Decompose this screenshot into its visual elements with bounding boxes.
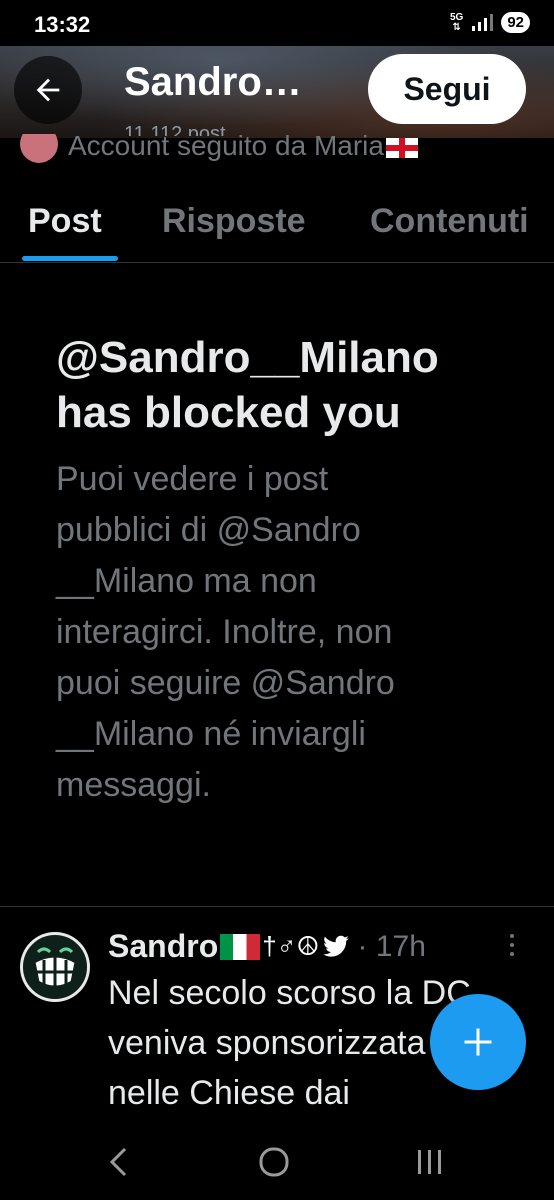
compose-button[interactable] xyxy=(430,994,526,1090)
follower-avatar xyxy=(20,134,58,163)
tweet-timestamp: · 17h xyxy=(357,929,426,963)
network-type: 5G xyxy=(449,11,464,23)
follow-button[interactable]: Segui xyxy=(368,54,526,124)
followed-by-label: Account seguito da Maria xyxy=(68,134,384,161)
name-emojis: †♂☮ xyxy=(220,931,349,962)
nav-recents-button[interactable] xyxy=(408,1142,452,1182)
flag-italy-icon xyxy=(220,933,261,960)
blocked-notice: @Sandro__Milano has blocked you Puoi ved… xyxy=(56,330,526,811)
nav-back-button[interactable] xyxy=(96,1142,140,1182)
back-chevron-icon xyxy=(109,1147,127,1177)
arrow-left-icon xyxy=(36,78,60,102)
back-button[interactable] xyxy=(14,56,82,124)
tab-contenuti[interactable]: Contenuti xyxy=(370,202,529,241)
signal-icon xyxy=(472,13,494,31)
divider xyxy=(0,906,554,907)
profile-tabs: Post Risposte Contenuti xyxy=(0,190,554,263)
battery-indicator: 92 xyxy=(501,12,530,33)
network-indicator: 5G ⇅ xyxy=(449,11,464,33)
home-circle-icon xyxy=(259,1147,289,1177)
tab-post[interactable]: Post xyxy=(28,202,102,241)
active-tab-indicator xyxy=(22,256,118,261)
recents-icon xyxy=(418,1150,441,1174)
more-vertical-icon[interactable] xyxy=(510,934,516,956)
blocked-title: @Sandro__Milano has blocked you xyxy=(56,333,439,437)
header-post-count: 11.112 post xyxy=(124,123,226,136)
avatar[interactable] xyxy=(20,932,90,1002)
header-profile-name: Sandro… xyxy=(124,60,302,104)
tweet-header: Sandro †♂☮ · 17h xyxy=(108,928,426,965)
followed-by-text: Account seguito da Maria xyxy=(68,134,418,162)
nav-home-button[interactable] xyxy=(252,1142,296,1182)
grin-face-icon xyxy=(21,933,89,1001)
flag-england-icon xyxy=(385,137,418,158)
name-emoji-symbols: †♂☮ xyxy=(262,931,320,961)
followed-by-row[interactable]: Account seguito da Maria xyxy=(20,134,418,164)
status-time: 13:32 xyxy=(34,12,91,37)
tweet-author-name[interactable]: Sandro xyxy=(108,928,218,965)
tab-risposte[interactable]: Risposte xyxy=(162,202,306,241)
blocked-description: Puoi vedere i post pubblici di @Sandro _… xyxy=(56,460,395,804)
bird-icon xyxy=(322,935,349,957)
system-icons: 5G ⇅ 92 xyxy=(450,12,530,33)
plus-icon xyxy=(464,1028,492,1056)
system-navigation-bar xyxy=(0,1118,554,1200)
status-bar: 13:32 5G ⇅ 92 xyxy=(0,0,554,46)
